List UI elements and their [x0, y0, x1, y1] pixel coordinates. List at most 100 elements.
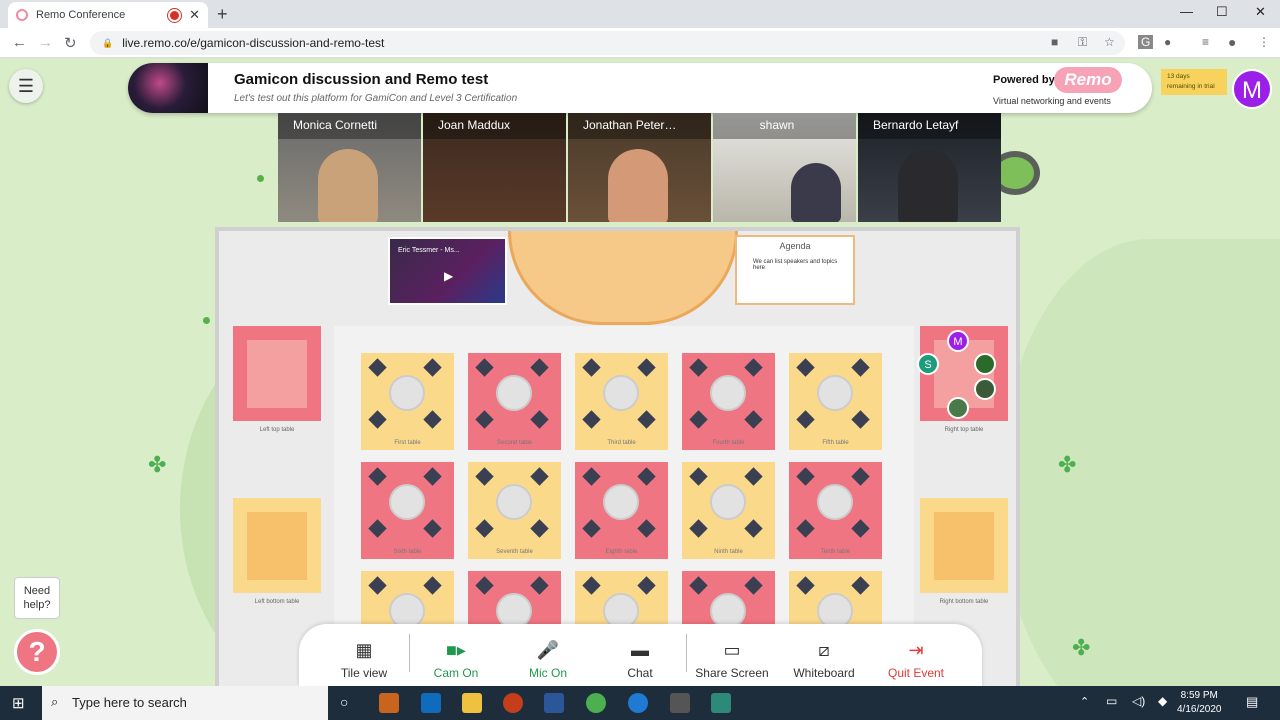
chair	[796, 576, 815, 595]
url-input[interactable]: 🔒 live.remo.co/e/gamicon-discussion-and-…	[90, 31, 1125, 55]
table-third[interactable]: Third table	[575, 353, 668, 450]
table-label: Second table	[496, 440, 533, 446]
user-avatar[interactable]	[974, 353, 996, 375]
background-shape	[1000, 239, 1280, 686]
chair	[851, 519, 870, 538]
forward-icon[interactable]: →	[38, 34, 53, 51]
table-right-bottom[interactable]: Right bottom table	[920, 498, 1008, 605]
table-tenth[interactable]: Tenth table	[789, 462, 882, 559]
windows-start-icon[interactable]: ⊞	[12, 694, 25, 712]
maximize-icon[interactable]: ☐	[1216, 4, 1228, 20]
table-surface	[817, 375, 853, 411]
tile-view-button[interactable]: ▦ Tile view	[318, 638, 410, 680]
tile-view-label: Tile view	[340, 666, 388, 680]
play-icon[interactable]: ▶	[444, 269, 453, 283]
chair	[475, 519, 494, 538]
share-screen-button[interactable]: ▭ Share Screen	[686, 638, 778, 680]
file-explorer-icon[interactable]	[462, 693, 482, 713]
table-left-bottom[interactable]: Left bottom table	[233, 498, 321, 605]
close-window-icon[interactable]: ✕	[1255, 4, 1266, 20]
video-tile[interactable]: Joan Maddux	[423, 113, 566, 222]
chair	[689, 519, 708, 538]
help-button[interactable]: ?	[14, 629, 60, 675]
extension-circle-icon[interactable]: ●	[1164, 35, 1171, 49]
table-label: Seventh table	[496, 549, 533, 555]
table-fourth[interactable]: Fourth table	[682, 353, 775, 450]
close-tab-icon[interactable]: ✕	[189, 7, 200, 23]
video-tile[interactable]: shawn	[713, 113, 856, 222]
taskbar-search-input[interactable]: ⌕ Type here to search	[42, 686, 328, 720]
table-surface	[496, 375, 532, 411]
trial-badge[interactable]: 13 days remaining in trial	[1161, 69, 1227, 95]
outlook-app-icon[interactable]	[421, 693, 441, 713]
table-ninth[interactable]: Ninth table	[682, 462, 775, 559]
task-view-icon[interactable]: ○	[340, 694, 348, 710]
star-icon[interactable]: ☆	[1104, 35, 1115, 49]
chair	[689, 467, 708, 486]
table-right-top[interactable]: Right top table M S	[917, 326, 1008, 433]
notifications-icon[interactable]: ▤	[1246, 694, 1258, 710]
user-avatar[interactable]	[974, 378, 996, 400]
minimize-icon[interactable]: —	[1180, 4, 1193, 19]
user-avatar[interactable]: M	[1232, 69, 1272, 109]
video-tile[interactable]: Bernardo Letayf	[858, 113, 1001, 222]
app-icon[interactable]	[711, 693, 731, 713]
new-tab-icon[interactable]: +	[217, 4, 228, 25]
participant-name: Jonathan Peter…	[568, 113, 711, 139]
extension-g-icon[interactable]: G	[1138, 35, 1154, 49]
menu-button[interactable]: ☰	[9, 69, 43, 103]
table-second[interactable]: Second table	[468, 353, 561, 450]
profile-icon[interactable]: ●	[1228, 34, 1236, 50]
chair	[530, 358, 549, 377]
tray-chevron-icon[interactable]: ⌃	[1080, 695, 1089, 708]
user-avatar-s[interactable]: S	[917, 353, 939, 375]
camera-icon[interactable]: ■	[1051, 35, 1058, 49]
video-tile[interactable]: Jonathan Peter…	[568, 113, 711, 222]
user-avatar-m[interactable]: M	[947, 330, 969, 352]
remo-logo[interactable]: Remo	[1054, 67, 1122, 93]
dropbox-icon[interactable]: ◆	[1158, 694, 1167, 708]
whiteboard-button[interactable]: ⧄ Whiteboard	[778, 638, 870, 680]
participant-video	[791, 163, 841, 222]
network-icon[interactable]: ▭	[1106, 694, 1117, 708]
system-clock[interactable]: 8:59 PM 4/16/2020	[1177, 689, 1222, 717]
table-label: Left bottom table	[254, 599, 300, 605]
chair	[637, 358, 656, 377]
browser-tab[interactable]: Remo Conference ✕	[8, 2, 208, 28]
kebab-menu-icon[interactable]: ⋮	[1258, 35, 1270, 49]
word-icon[interactable]	[544, 693, 564, 713]
table-surface	[389, 484, 425, 520]
mic-button[interactable]: 🎤 Mic On	[502, 638, 594, 680]
calculator-icon[interactable]	[670, 693, 690, 713]
media-icon[interactable]: ≡	[1202, 35, 1209, 49]
video-tile[interactable]: Monica Cornetti	[278, 113, 421, 222]
user-avatar[interactable]	[947, 397, 969, 419]
edge-icon[interactable]	[628, 693, 648, 713]
chair	[637, 576, 656, 595]
table-seventh[interactable]: Seventh table	[468, 462, 561, 559]
chair	[475, 358, 494, 377]
table-sixth[interactable]: Sixth table	[361, 462, 454, 559]
table-eighth[interactable]: Eighth table	[575, 462, 668, 559]
table-surface	[603, 484, 639, 520]
participant-video	[898, 149, 958, 222]
key-icon[interactable]: ⚿	[1078, 35, 1087, 50]
table-left-top[interactable]: Left top table	[233, 326, 321, 433]
lock-icon: 🔒	[102, 37, 114, 48]
chrome-icon[interactable]	[586, 693, 606, 713]
quit-event-button[interactable]: ⇥ Quit Event	[870, 638, 962, 680]
powerpoint-icon[interactable]	[503, 693, 523, 713]
outlook-icon[interactable]	[379, 693, 399, 713]
volume-icon[interactable]: ◁)	[1132, 694, 1145, 708]
table-fifth[interactable]: Fifth table	[789, 353, 882, 450]
chair	[475, 576, 494, 595]
back-icon[interactable]: ←	[12, 34, 27, 51]
agenda-board[interactable]: Agenda We can list speakers and topics h…	[735, 235, 855, 305]
chat-button[interactable]: ▬ Chat	[594, 638, 686, 680]
chair	[796, 467, 815, 486]
cam-button[interactable]: ■▸ Cam On	[410, 638, 502, 680]
chair	[582, 358, 601, 377]
stage-video[interactable]: Eric Tessmer - Ms... ▶	[388, 237, 507, 305]
table-first[interactable]: First table	[361, 353, 454, 450]
reload-icon[interactable]: ↻	[64, 34, 77, 52]
